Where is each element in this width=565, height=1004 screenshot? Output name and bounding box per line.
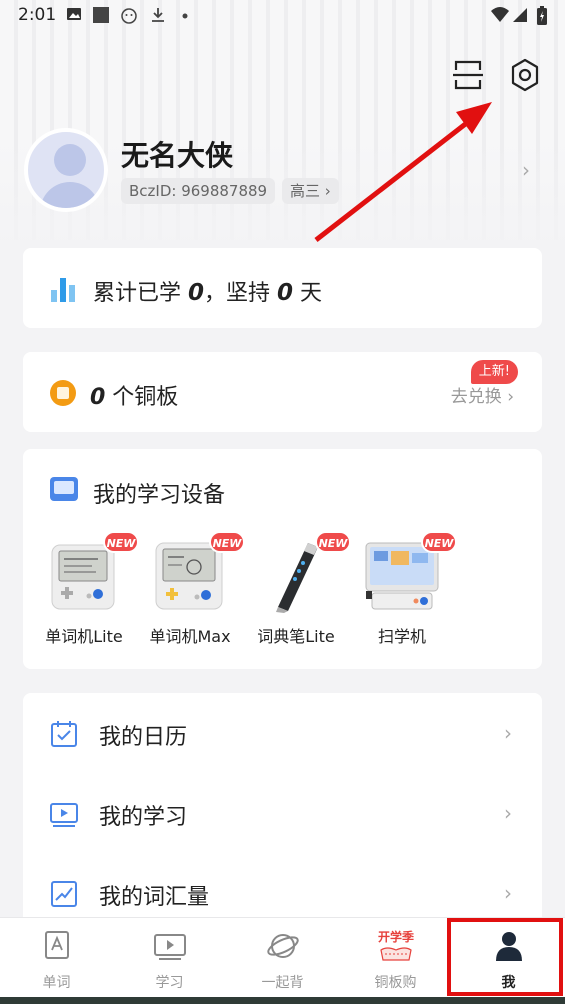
calendar-icon bbox=[51, 721, 77, 747]
device-new-badge: NEW bbox=[209, 531, 245, 553]
word-card-icon bbox=[45, 931, 69, 959]
highlight-box bbox=[447, 918, 563, 996]
menu-list-card: 我的日历 › 我的学习 › 我的词汇量 › bbox=[23, 693, 542, 933]
user-id-chip: BczID: 969887889 bbox=[121, 178, 276, 204]
avatar-head bbox=[54, 144, 86, 176]
menu-label: 我的词汇量 bbox=[99, 885, 210, 910]
status-bar: 2:01 bbox=[0, 0, 565, 30]
device-item[interactable]: NEW 单词机Max bbox=[135, 531, 245, 651]
avatar[interactable] bbox=[24, 128, 108, 212]
coin-unit: 个铜板 bbox=[105, 385, 179, 410]
streak-days: 0 bbox=[277, 280, 294, 306]
learning-stats-text: 累计已学 0，坚持 0 天 bbox=[93, 275, 322, 307]
download-icon bbox=[152, 8, 164, 22]
dot-icon bbox=[182, 13, 188, 19]
planet-icon bbox=[267, 934, 299, 958]
device-item[interactable]: NEW 扫学机 bbox=[347, 531, 457, 651]
coin-text: 0 个铜板 bbox=[90, 379, 178, 411]
device-new-badge: NEW bbox=[315, 531, 351, 553]
settings-icon[interactable] bbox=[509, 58, 541, 92]
video-icon bbox=[154, 934, 186, 960]
nav-label: 铜板购 bbox=[374, 975, 417, 991]
coin-count: 0 bbox=[90, 385, 106, 410]
coin-icon bbox=[50, 380, 76, 406]
devices-title: 我的学习设备 bbox=[93, 483, 226, 508]
chart-icon bbox=[51, 881, 77, 907]
avatar-body bbox=[40, 182, 100, 208]
device-item[interactable]: NEW 单词机Lite bbox=[29, 531, 139, 651]
coins-card[interactable]: 0 个铜板 上新! 去兑换 › bbox=[23, 352, 542, 432]
signal-icon bbox=[513, 8, 527, 22]
battery-icon bbox=[537, 6, 547, 25]
school-season-icon: 开学季 bbox=[365, 928, 427, 964]
device-new-badge: NEW bbox=[103, 531, 139, 553]
new-badge: 上新! bbox=[470, 360, 518, 384]
device-item[interactable]: NEW 词典笔Lite bbox=[241, 531, 351, 651]
nav-label: 单词 bbox=[42, 975, 71, 991]
chevron-right-icon: › bbox=[504, 801, 512, 825]
profile-chevron-icon[interactable]: › bbox=[522, 158, 530, 182]
stats-prefix: 累计已学 bbox=[93, 281, 188, 306]
device-new-badge: NEW bbox=[421, 531, 457, 553]
learned-count: 0 bbox=[188, 280, 205, 306]
status-time: 2:01 bbox=[18, 5, 57, 25]
play-screen-icon bbox=[50, 803, 78, 827]
bar-chart-icon bbox=[51, 278, 75, 302]
nav-item-together[interactable]: 一起背 bbox=[226, 918, 339, 998]
nav-item-coin-shop[interactable]: 开学季 铜板购 bbox=[339, 918, 452, 998]
cartoon-icon bbox=[121, 8, 137, 24]
grade-chip[interactable]: 高三 › bbox=[282, 178, 339, 204]
gift-box-icon bbox=[380, 947, 412, 961]
menu-label: 我的日历 bbox=[99, 725, 188, 750]
scan-icon[interactable] bbox=[452, 58, 484, 92]
devices-card: 我的学习设备 NEW 单词机Lite NEW 单词机Max NEW 词典笔Lit… bbox=[23, 449, 542, 669]
menu-label: 我的学习 bbox=[99, 805, 188, 830]
chevron-right-icon: › bbox=[504, 881, 512, 905]
nav-item-learning[interactable]: 学习 bbox=[113, 918, 226, 998]
school-season-text: 开学季 bbox=[377, 930, 414, 944]
image-icon bbox=[67, 8, 81, 20]
username: 无名大侠 bbox=[121, 139, 234, 172]
gesture-bar bbox=[0, 997, 565, 1004]
stats-middle: ，坚持 bbox=[204, 281, 278, 306]
chevron-right-icon: › bbox=[504, 721, 512, 745]
stats-suffix: 天 bbox=[293, 281, 323, 306]
wifi-icon bbox=[491, 7, 509, 22]
nav-item-words[interactable]: 单词 bbox=[0, 918, 113, 998]
exchange-link[interactable]: 去兑换 › bbox=[451, 382, 514, 407]
nav-label: 学习 bbox=[155, 975, 184, 991]
square-icon bbox=[93, 7, 109, 23]
nav-label: 一起背 bbox=[261, 975, 304, 991]
menu-item-my-learning[interactable]: 我的学习 › bbox=[23, 773, 542, 853]
menu-item-calendar[interactable]: 我的日历 › bbox=[23, 693, 542, 773]
learning-stats-card[interactable]: 累计已学 0，坚持 0 天 bbox=[23, 248, 542, 328]
monitor-icon bbox=[50, 477, 78, 501]
device-label: 扫学机 bbox=[377, 627, 426, 646]
